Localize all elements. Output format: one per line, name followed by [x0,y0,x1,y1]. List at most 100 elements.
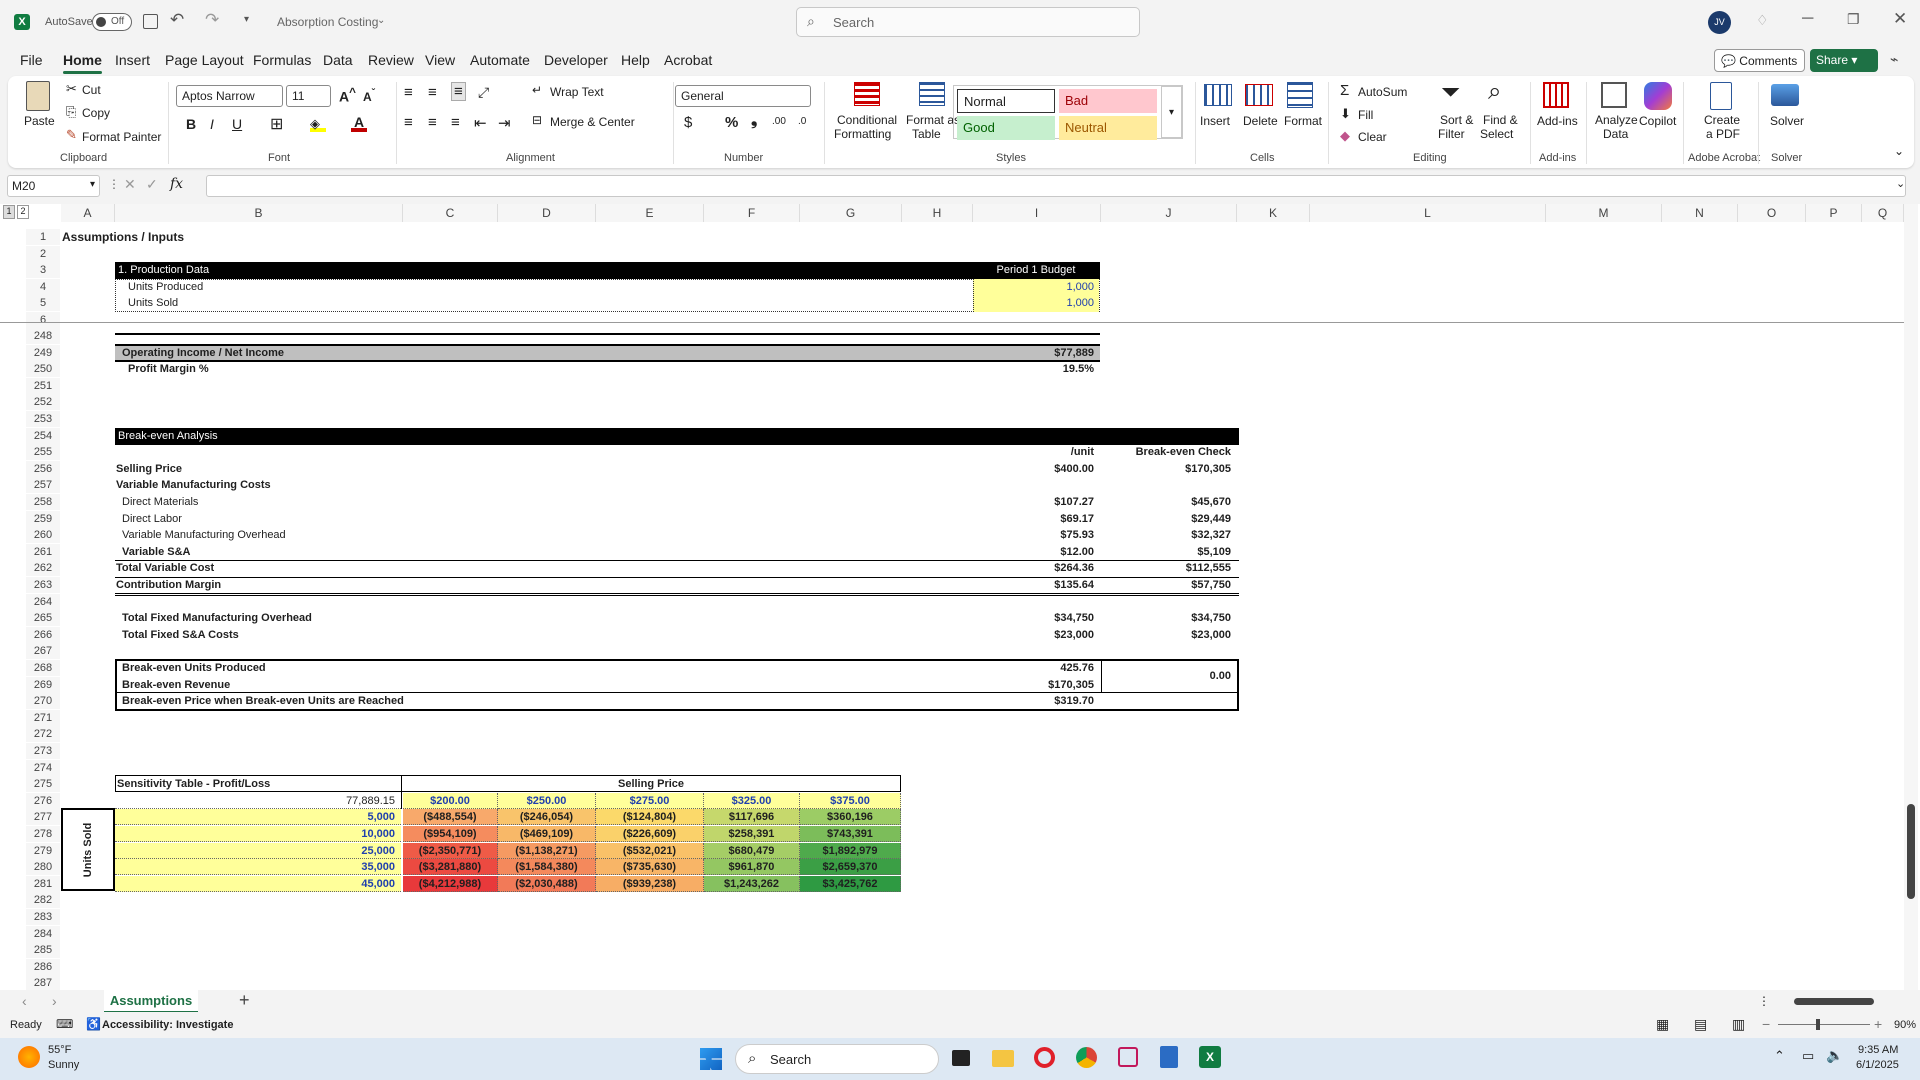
scroll-thumb[interactable] [1907,804,1915,899]
sensitivity-value-cell[interactable]: $117,696 [704,809,800,826]
column-header-m[interactable]: M [1546,204,1662,222]
sensitivity-units-cell[interactable]: 25,000 [115,842,401,859]
style-normal[interactable]: Normal [957,89,1055,113]
units-sold-value[interactable]: 1,000 [973,295,1100,311]
sensitivity-price-cell[interactable]: $250.00 [498,792,596,809]
merge-center-button[interactable]: Merge & Center [550,115,635,129]
zoom-in-icon[interactable]: + [1874,1016,1882,1032]
add-sheet-icon[interactable]: + [239,990,250,1011]
production-header[interactable]: 1. Production Data [118,262,418,278]
sensitivity-price-header[interactable]: Selling Price [403,776,899,792]
break-even-line-unit[interactable]: $69.17 [973,511,1100,527]
row-header-3[interactable]: 3 [26,262,60,279]
row-header-279[interactable]: 279 [26,842,60,859]
style-good[interactable]: Good [957,116,1055,140]
style-bad[interactable]: Bad [1059,89,1157,113]
sensitivity-units-cell[interactable]: 35,000 [115,859,401,876]
row-header-266[interactable]: 266 [26,626,60,643]
break-even-line-unit[interactable]: $107.27 [973,494,1100,510]
borders-icon[interactable]: ⊞ [270,114,283,134]
sensitivity-value-cell[interactable]: $3,425,762 [800,875,901,892]
row-header-282[interactable]: 282 [26,892,60,909]
underline-icon[interactable]: U [232,116,242,132]
sensitivity-value-cell[interactable]: ($1,138,271) [498,842,596,859]
row-header-252[interactable]: 252 [26,394,60,411]
column-header-e[interactable]: E [596,204,704,222]
sensitivity-value-cell[interactable]: ($2,350,771) [403,842,498,859]
chrome-icon[interactable] [1076,1047,1097,1068]
insert-function-icon[interactable]: fx [170,176,183,192]
bold-icon[interactable]: B [186,116,196,132]
paste-button[interactable]: Paste [24,114,55,128]
name-box[interactable]: M20 ▾ [7,175,100,197]
be-price-value[interactable]: $319.70 [973,693,1100,709]
break-even-header[interactable]: Break-even Analysis [118,428,418,444]
tab-help[interactable]: Help [621,52,650,68]
sensitivity-price-cell[interactable]: $200.00 [403,792,498,809]
row-header-263[interactable]: 263 [26,577,60,593]
lightbulb-icon[interactable]: ♢ [1756,12,1769,29]
column-header-p[interactable]: P [1806,204,1862,222]
tab-acrobat[interactable]: Acrobat [664,52,712,68]
number-format-select[interactable]: General [675,85,811,107]
zoom-out-icon[interactable]: − [1762,1016,1770,1032]
italic-icon[interactable]: I [210,116,214,132]
find-select-label-2[interactable]: Select [1480,127,1513,141]
find-select-label-1[interactable]: Find & [1483,113,1518,127]
comma-icon[interactable]: ❟ [751,112,757,130]
network-icon[interactable]: ▭ [1802,1048,1814,1064]
share-button[interactable]: Share ▾ [1810,49,1878,72]
comments-button[interactable]: 💬 Comments [1714,49,1805,72]
row-header-275[interactable]: 275 [26,776,60,793]
row-header-281[interactable]: 281 [26,875,60,892]
tab-automate[interactable]: Automate [470,52,530,68]
fixed-sa-label[interactable]: Total Fixed S&A Costs [122,627,522,643]
clock-date[interactable]: 6/1/2025 [1856,1059,1899,1071]
snipping-tool-icon[interactable] [1118,1047,1138,1067]
zoom-slider[interactable] [1778,1019,1870,1030]
expand-formula-icon[interactable]: ⌄ [1896,177,1905,190]
tab-data[interactable]: Data [323,52,353,68]
row-header-4[interactable]: 4 [26,278,60,295]
break-even-line-check[interactable]: $45,670 [1101,494,1237,510]
sensitivity-units-cell[interactable]: 5,000 [115,809,401,826]
file-explorer-icon[interactable] [992,1050,1014,1067]
sensitivity-value-cell[interactable]: ($532,021) [596,842,704,859]
sensitivity-price-cell[interactable]: $375.00 [800,792,901,809]
sensitivity-value-cell[interactable]: $2,659,370 [800,859,901,876]
break-even-check-header[interactable]: Break-even Check [1101,444,1237,460]
row-header-256[interactable]: 256 [26,460,60,477]
format-as-table-label-2[interactable]: Table [912,127,941,141]
column-header-o[interactable]: O [1738,204,1806,222]
copilot-button[interactable]: Copilot [1639,114,1676,128]
sensitivity-value-cell[interactable]: $680,479 [704,842,800,859]
row-header-260[interactable]: 260 [26,527,60,544]
more-icon[interactable]: ⋮ [108,177,120,191]
tab-view[interactable]: View [425,52,455,68]
profit-margin-value[interactable]: 19.5% [973,361,1100,377]
row-header-258[interactable]: 258 [26,494,60,510]
outline-level-1-button[interactable]: 1 [3,205,15,219]
close-icon[interactable]: ✕ [1893,9,1907,29]
wrap-text-button[interactable]: Wrap Text [550,85,604,99]
horizontal-scroll-thumb[interactable] [1794,998,1874,1005]
row-header-276[interactable]: 276 [26,792,60,809]
redo-icon[interactable]: ↷ [205,10,219,30]
sensitivity-value-cell[interactable]: ($954,109) [403,826,498,842]
row-header-257[interactable]: 257 [26,477,60,494]
break-even-line-check[interactable]: $5,109 [1101,544,1237,560]
notepad-icon[interactable] [1160,1046,1178,1068]
zoom-level[interactable]: 90% [1894,1019,1916,1031]
row-header-286[interactable]: 286 [26,958,60,975]
units-produced-label[interactable]: Units Produced [128,279,428,295]
row-header-271[interactable]: 271 [26,709,60,726]
period-budget-header[interactable]: Period 1 Budget [972,262,1100,278]
break-even-line-unit[interactable]: $12.00 [973,544,1100,560]
page-break-view-icon[interactable]: ▥ [1732,1016,1745,1033]
sensitivity-value-cell[interactable]: $360,196 [800,809,901,826]
cut-button[interactable]: Cut [82,83,101,97]
prev-sheet-icon[interactable]: ‹ [22,993,27,1009]
break-even-line-label[interactable]: Direct Labor [122,511,522,527]
page-layout-view-icon[interactable]: ▤ [1694,1016,1707,1033]
collapse-ribbon-icon[interactable]: ⌄ [1894,144,1904,158]
